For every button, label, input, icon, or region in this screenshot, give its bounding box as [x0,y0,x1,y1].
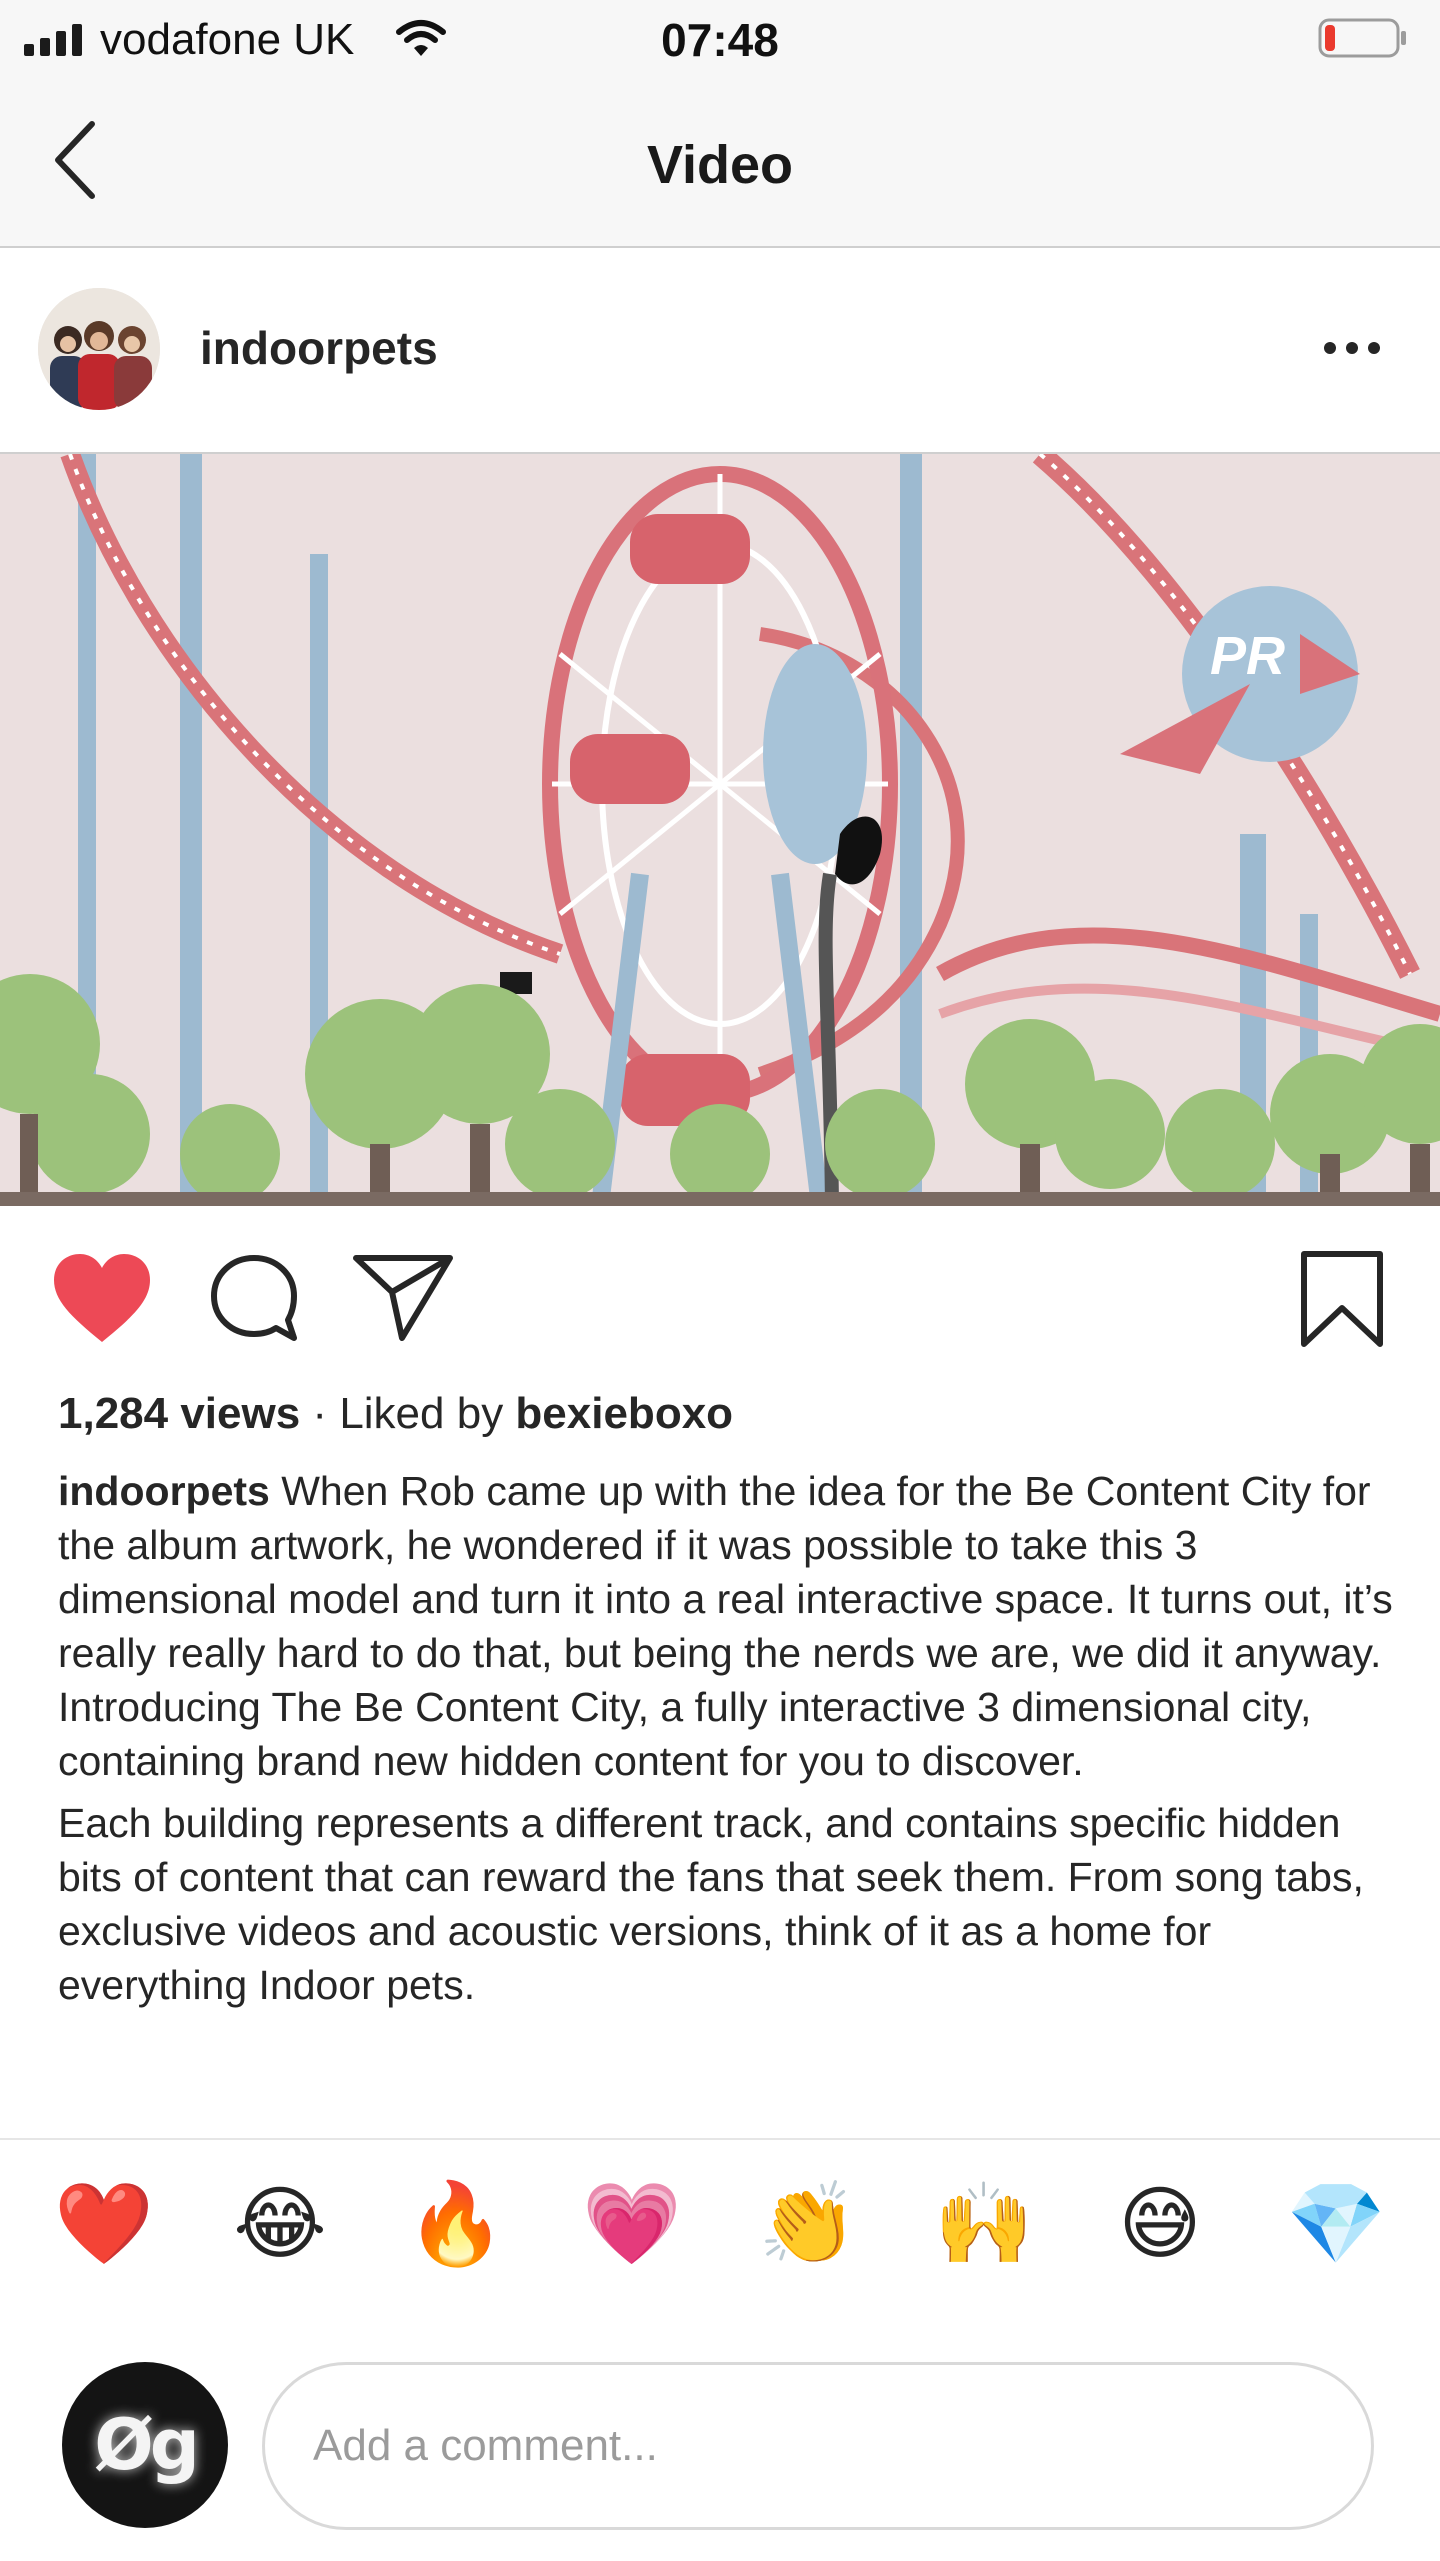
post-header: indoorpets [0,248,1440,454]
username[interactable]: indoorpets [200,320,438,376]
bookmark-icon[interactable] [1298,1250,1386,1350]
status-bar: vodafone UK 07:48 [0,0,1440,80]
comment-input[interactable] [262,2362,1374,2530]
svg-text:PR: PR [1210,626,1285,686]
view-count[interactable]: 1,284 views [58,1389,300,1438]
liked-by-user[interactable]: bexieboxo [515,1389,733,1438]
comment-bar: Øg [0,2290,1440,2561]
reaction-sweat-smile[interactable]: 😅 [1110,2174,1210,2274]
battery-icon [1318,18,1406,58]
current-user-avatar[interactable]: Øg [62,2362,228,2528]
stats-separator: · [300,1389,340,1438]
liked-by-prefix: Liked by [339,1389,516,1438]
post-stats: 1,284 views · Liked by bexieboxo [58,1386,733,1442]
reaction-pink-heart[interactable]: 💗 [582,2174,682,2274]
caption-paragraph: indoorpets When Rob came up with the ide… [58,1464,1398,1788]
video-player[interactable]: PR [0,454,1440,1206]
reaction-fire[interactable]: 🔥 [406,2174,506,2274]
ellipsis-icon[interactable] [1320,336,1384,360]
reaction-heart[interactable]: ❤️ [54,2174,154,2274]
quick-reactions: ❤️ 😂 🔥 💗 👏 🙌 😅 💎 [0,2138,1440,2292]
avatar-photo [38,288,160,410]
share-icon[interactable] [352,1252,454,1342]
reaction-clapping[interactable]: 👏 [758,2174,858,2274]
reaction-laughing[interactable]: 😂 [230,2174,330,2274]
caption-paragraph: Each building represents a different tra… [58,1800,1364,2008]
video-frame: PR [0,454,1440,1206]
avatar-logo-text: Øg [94,2404,200,2486]
caption-text: When Rob came up with the idea for the B… [58,1468,1393,1784]
caption-username[interactable]: indoorpets [58,1468,270,1514]
reaction-raised-hands[interactable]: 🙌 [934,2174,1034,2274]
avatar[interactable] [38,288,160,410]
heart-icon[interactable] [50,1252,154,1346]
clock: 07:48 [661,14,779,66]
reaction-gem[interactable]: 💎 [1286,2174,1386,2274]
post-caption: indoorpets When Rob came up with the ide… [58,1464,1398,2132]
page-title: Video [646,135,794,195]
nav-bar: Video [0,80,1440,248]
comment-icon[interactable] [208,1252,300,1344]
